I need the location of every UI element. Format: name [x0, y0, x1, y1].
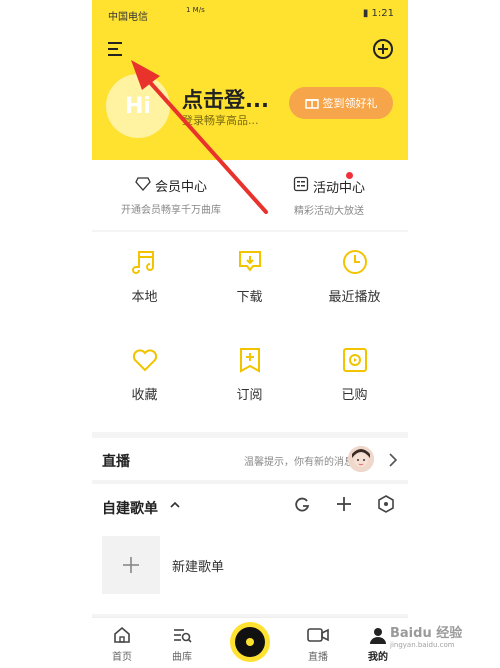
clock-icon — [342, 250, 367, 274]
music-note-icon — [131, 251, 154, 274]
download-label: 下载 — [236, 290, 263, 305]
settings-hexagon-icon[interactable] — [376, 494, 396, 514]
now-playing-disc[interactable] — [230, 622, 270, 662]
heart-icon — [132, 349, 157, 372]
gift-icon — [304, 95, 319, 112]
add-icon[interactable] — [372, 38, 394, 60]
home-icon — [114, 626, 130, 643]
playlist-title[interactable]: 自建歌单 — [102, 498, 158, 518]
tab-live[interactable]: 直播 — [288, 624, 348, 663]
purchased-label: 已购 — [341, 388, 368, 403]
activity-title: 活动中心 — [312, 180, 365, 196]
bottom-navigation: 首页 曲库 直播 我的 — [92, 617, 408, 668]
member-subtitle: 开通会员畅享千万曲库 — [121, 205, 221, 216]
chevron-right-icon — [388, 452, 398, 471]
activity-subtitle: 精彩活动大放送 — [294, 206, 364, 217]
local-music[interactable]: 本地 — [92, 232, 197, 332]
tab-library-label: 曲库 — [172, 652, 192, 663]
avatar[interactable]: Hi — [106, 74, 170, 138]
recent-label: 最近播放 — [328, 290, 381, 305]
left-margin — [0, 0, 92, 668]
user-face-avatar — [348, 446, 374, 472]
watermark: Baidu 经验 jingyan.baidu.com — [390, 622, 462, 649]
bookmark-plus-icon — [239, 348, 260, 373]
clock: 1:21 — [371, 8, 394, 19]
plus-icon[interactable] — [334, 494, 354, 514]
status-bar: 中国电信 1 M/s ▮ 1:21 — [92, 0, 408, 28]
quick-entry-card: 会员中心 开通会员畅享千万曲库 活动中心 精彩活动大放送 — [92, 160, 408, 230]
menu-icon[interactable] — [106, 38, 128, 60]
login-subtitle: 登录畅享高品... — [182, 114, 259, 127]
favorites[interactable]: 收藏 — [92, 330, 197, 430]
signin-label: 签到领好礼 — [322, 97, 378, 110]
download-icon — [238, 251, 261, 272]
library-icon — [174, 629, 192, 643]
tab-library[interactable]: 曲库 — [152, 624, 212, 663]
new-playlist-button[interactable] — [102, 536, 160, 594]
member-title: 会员中心 — [154, 180, 207, 195]
playlist-section: 自建歌单 新建歌单 — [92, 484, 408, 614]
new-playlist-label[interactable]: 新建歌单 — [172, 556, 224, 575]
network-speed: 1 M/s — [186, 6, 205, 14]
diamond-icon — [135, 176, 151, 195]
watermark-text: Baidu 经验 — [390, 626, 463, 641]
chevron-up-icon[interactable] — [170, 501, 180, 512]
tab-home[interactable]: 首页 — [92, 624, 152, 663]
recent-play[interactable]: 最近播放 — [302, 232, 407, 332]
profile-header: 中国电信 1 M/s ▮ 1:21 Hi 点击登... 登录畅享高品... 签到… — [92, 0, 408, 160]
tab-live-label: 直播 — [308, 652, 328, 663]
purchase-icon — [342, 348, 367, 372]
person-icon — [370, 628, 386, 644]
subscribe-label: 订阅 — [236, 388, 263, 403]
feature-grid: 本地 下载 最近播放 收藏 订阅 已购 — [92, 232, 408, 432]
tab-home-label: 首页 — [112, 652, 132, 663]
subscriptions[interactable]: 订阅 — [197, 330, 302, 430]
watermark-sub: jingyan.baidu.com — [390, 641, 455, 649]
live-message: 温馨提示，你有新的消息！ — [244, 457, 364, 468]
live-row[interactable]: 直播 温馨提示，你有新的消息！ — [92, 438, 408, 480]
signin-reward-button[interactable]: 签到领好礼 — [289, 87, 393, 119]
login-title[interactable]: 点击登... — [182, 84, 269, 114]
notification-dot — [346, 172, 353, 179]
phone-screen: 中国电信 1 M/s ▮ 1:21 Hi 点击登... 登录畅享高品... 签到… — [92, 0, 408, 668]
status-right: ▮ 1:21 — [363, 8, 394, 19]
battery-icon: ▮ — [362, 8, 369, 19]
live-title: 直播 — [102, 454, 130, 470]
right-margin — [408, 0, 500, 668]
playlist-actions — [292, 494, 396, 514]
carrier-label: 中国电信 — [108, 12, 148, 23]
video-camera-icon — [307, 628, 329, 642]
activity-icon — [293, 176, 309, 196]
activity-center[interactable]: 活动中心 精彩活动大放送 — [250, 172, 408, 217]
member-center[interactable]: 会员中心 开通会员畅享千万曲库 — [92, 176, 250, 216]
download[interactable]: 下载 — [197, 232, 302, 332]
purchased[interactable]: 已购 — [302, 330, 407, 430]
vinyl-icon — [235, 627, 265, 657]
local-label: 本地 — [131, 290, 158, 305]
favorite-label: 收藏 — [131, 388, 158, 403]
plus-icon — [123, 557, 139, 573]
import-icon[interactable] — [292, 494, 312, 514]
tab-mine-label: 我的 — [368, 652, 388, 663]
avatar-text: Hi — [125, 93, 151, 119]
